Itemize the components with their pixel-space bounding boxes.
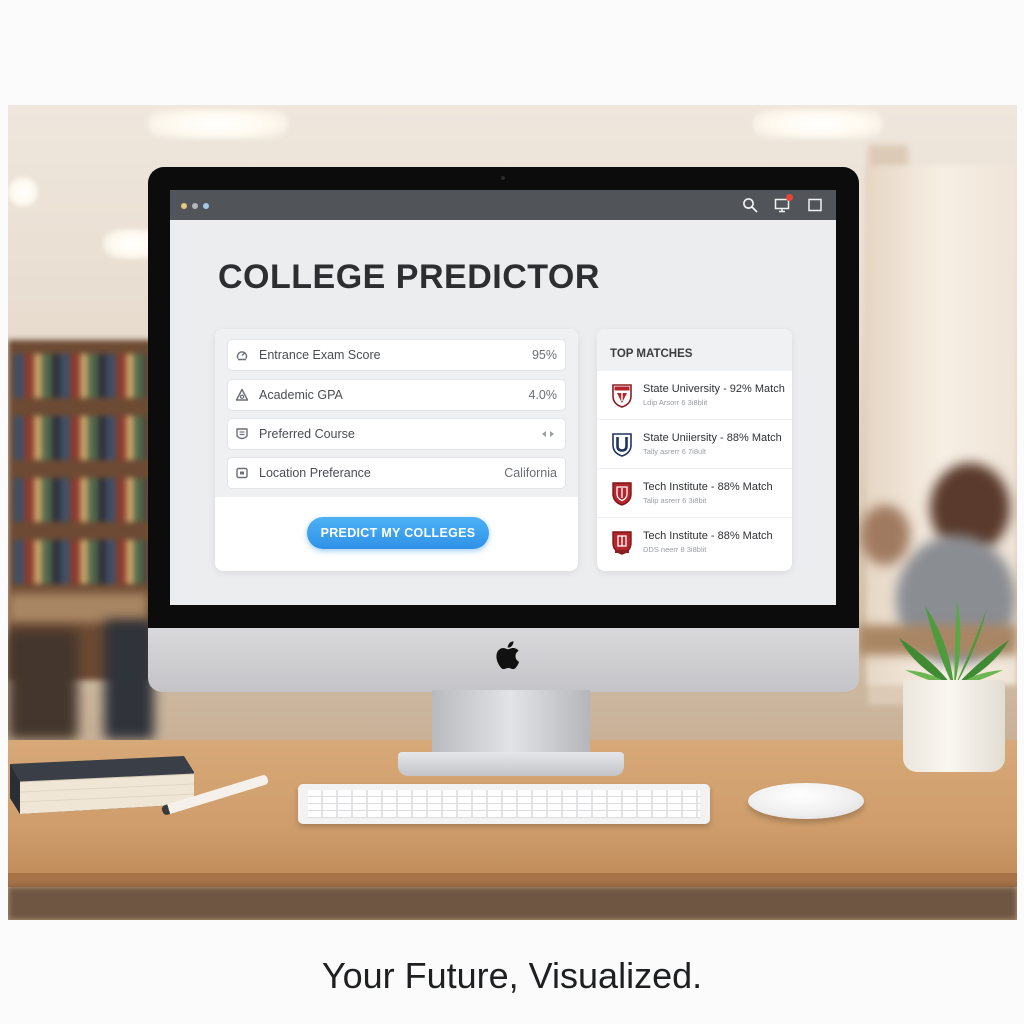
plant-pot (903, 680, 1005, 772)
blurred-table (8, 593, 148, 623)
apple-logo-icon (496, 641, 520, 670)
form-fields: Entrance Exam Score 95% Academic GPA 4.0… (215, 329, 578, 497)
monitor-stand-base (398, 752, 624, 776)
blurred-person (860, 505, 910, 565)
score-icon (236, 351, 248, 361)
field-label: Entrance Exam Score (259, 348, 381, 362)
notification-button[interactable] (774, 194, 793, 213)
top-matches-title: TOP MATCHES (610, 348, 693, 360)
field-value: California (504, 466, 557, 480)
course-icon (236, 428, 248, 440)
ceiling-light (8, 177, 38, 207)
entrance-exam-score-field[interactable]: Entrance Exam Score 95% (227, 339, 566, 371)
match-item[interactable]: Tech Institute - 88% Match Talip asrerr … (597, 469, 792, 518)
match-name: Tech Institute - 88% Match (643, 481, 773, 493)
window-icon[interactable] (807, 197, 823, 213)
monitor-stand (432, 690, 590, 760)
window-close-button[interactable] (181, 203, 187, 209)
match-name: Tech Institute - 88% Match (643, 530, 773, 542)
top-matches-header: TOP MATCHES (597, 329, 792, 371)
mouse (748, 783, 864, 819)
dropdown-arrows-icon[interactable] (541, 429, 555, 439)
location-preference-field[interactable]: Location Preferance California (227, 457, 566, 489)
gpa-icon (235, 388, 249, 401)
field-value: 95% (531, 348, 557, 362)
keyboard-rows (308, 790, 700, 818)
desk-edge (8, 873, 1017, 887)
window-minimize-button[interactable] (192, 203, 198, 209)
match-subtitle: Ldip Arsorr 6 3i8blit (643, 398, 708, 407)
keyboard (298, 784, 710, 824)
match-subtitle: Talip asrerr 6 3i8bit (643, 496, 707, 505)
crest-icon (612, 384, 632, 408)
field-label: Location Preferance (259, 466, 371, 480)
top-matches-panel: TOP MATCHES State University - 92% Match… (597, 329, 792, 571)
location-icon (236, 467, 248, 479)
match-item[interactable]: Tech Institute - 88% Match DDS neerr 8 3… (597, 518, 792, 566)
field-label: Preferred Course (259, 427, 355, 441)
predict-my-colleges-button[interactable]: PREDICT MY COLLEGES (307, 517, 489, 549)
match-name: State Uniiersity - 88% Match (643, 432, 782, 444)
ceiling-light (753, 109, 883, 139)
ceiling-light (148, 109, 288, 139)
window-titlebar (170, 190, 836, 220)
match-item[interactable]: State University - 92% Match Ldip Arsorr… (597, 371, 792, 420)
field-value: 4.0% (528, 388, 558, 402)
blurred-chair (104, 620, 154, 740)
match-subtitle: Tally asrerr 6 7i8ult (643, 447, 706, 456)
plant-icon (899, 600, 1009, 688)
page-title: COLLEGE PREDICTOR (218, 258, 600, 296)
predictor-form: Entrance Exam Score 95% Academic GPA 4.0… (215, 329, 578, 571)
match-subtitle: DDS neerr 8 3i8blit (643, 545, 707, 554)
camera (501, 176, 505, 180)
crest-icon (612, 531, 632, 555)
search-icon[interactable] (742, 197, 758, 213)
academic-gpa-field[interactable]: Academic GPA 4.0% (227, 379, 566, 411)
app-window: COLLEGE PREDICTOR Entrance Exam Score 95… (170, 190, 836, 605)
floor (8, 887, 1017, 920)
crest-u-icon (612, 433, 632, 457)
window-maximize-button[interactable] (203, 203, 209, 209)
crest-icon (612, 482, 632, 506)
notification-badge (786, 194, 793, 201)
preferred-course-field[interactable]: Preferred Course (227, 418, 566, 450)
match-name: State University - 92% Match (643, 383, 785, 395)
match-item[interactable]: State Uniiersity - 88% Match Tally asrer… (597, 420, 792, 469)
tagline: Your Future, Visualized. (321, 955, 703, 996)
field-label: Academic GPA (259, 388, 343, 402)
blurred-chair (8, 630, 78, 740)
